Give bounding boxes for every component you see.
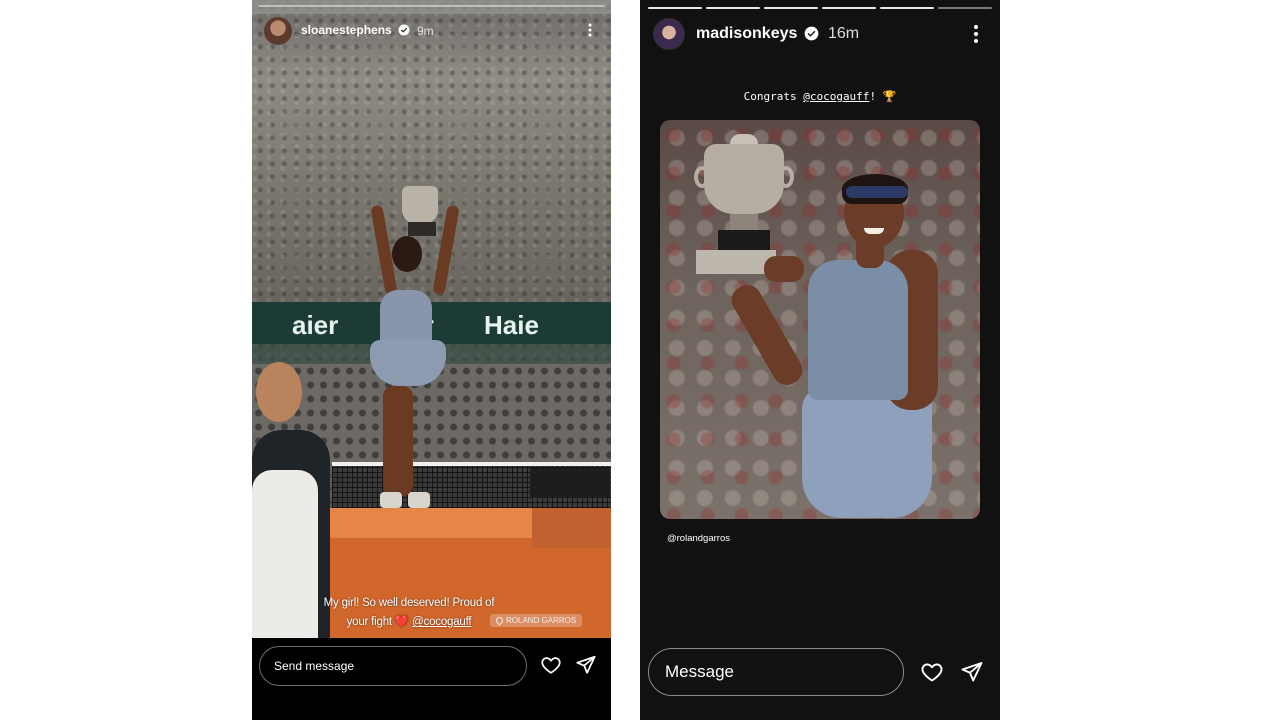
player-head: [392, 236, 422, 272]
caption-suffix: !: [869, 90, 883, 103]
reply-bar: Message: [640, 638, 1000, 720]
story-timestamp: 16m: [828, 25, 860, 42]
story-right-madisonkeys[interactable]: madisonkeys 16m Congrats @cocogauff! 🏆 @…: [640, 0, 1000, 720]
red-heart-emoji-icon: ❤️: [394, 616, 410, 628]
verified-badge-icon: [398, 24, 410, 36]
story-photo-trophy-portrait: [660, 120, 980, 519]
username[interactable]: sloanestephens: [301, 23, 392, 37]
send-message-input[interactable]: Send message: [259, 646, 527, 686]
player-smile: [864, 228, 884, 234]
trophy-base-dark: [718, 230, 770, 250]
story-caption: Congrats @cocogauff! 🏆: [640, 90, 1000, 103]
player-hand: [764, 256, 804, 282]
more-options-icon[interactable]: [586, 22, 594, 38]
verified-badge-icon: [804, 26, 819, 41]
stadium-roof: [252, 0, 611, 14]
spectator-shirt: [252, 470, 318, 638]
trophy: [704, 144, 784, 214]
story-left-sloanestephens[interactable]: aier ier Haie My girl! So well deserved!…: [252, 0, 611, 720]
progress-segment: [648, 7, 702, 9]
caption-line-1: My girl! So well deserved! Proud of: [323, 597, 495, 609]
player-top: [808, 260, 908, 400]
player-legs: [383, 386, 413, 496]
avatar[interactable]: [264, 17, 292, 45]
reply-bar: Send message: [252, 638, 611, 720]
player-skirt: [370, 340, 446, 386]
player-arm-left: [726, 279, 808, 391]
player-headband: [846, 186, 908, 198]
player-shoe-right: [408, 492, 430, 508]
username[interactable]: madisonkeys: [696, 25, 797, 43]
banner-text-3: Haie: [484, 310, 539, 340]
more-options-icon[interactable]: [971, 24, 981, 44]
story-timestamp: 9m: [417, 24, 434, 38]
caption-prefix: Congrats: [743, 90, 804, 103]
player-top: [380, 290, 432, 346]
story-progress-bar: [258, 5, 605, 7]
net-tape: [332, 462, 611, 466]
sponsor-board: [530, 468, 610, 498]
heart-icon[interactable]: [540, 654, 562, 676]
mention-cocogauff[interactable]: @cocogauff: [412, 616, 472, 628]
trophy-emoji-icon: 🏆: [882, 90, 897, 103]
trophy: [402, 186, 438, 224]
photo-credit[interactable]: @rolandgarros: [667, 533, 730, 544]
progress-segment: [822, 7, 876, 9]
caption-line-2-text: your fight: [346, 616, 393, 628]
banner-text-1: aier: [292, 310, 339, 340]
player-arm-right: [432, 204, 460, 296]
progress-segment: [764, 7, 818, 9]
caption-line-2: your fight ❤️ @cocogauff: [314, 613, 504, 632]
story-caption: My girl! So well deserved! Proud of your…: [314, 594, 504, 632]
spectator-head: [256, 362, 302, 422]
story-photo-trophy-celebration: aier ier Haie My girl! So well deserved!…: [252, 0, 611, 638]
trophy-base: [408, 222, 436, 236]
location-sticker-label: ROLAND GARROS: [506, 616, 577, 625]
avatar[interactable]: [653, 18, 685, 50]
mention-cocogauff[interactable]: @cocogauff: [803, 90, 869, 103]
progress-segment: [880, 7, 934, 9]
player-shoe-left: [380, 492, 402, 508]
clay-court: [532, 508, 611, 548]
send-icon[interactable]: [575, 654, 597, 676]
heart-icon[interactable]: [920, 660, 944, 684]
send-icon[interactable]: [960, 660, 984, 684]
message-input[interactable]: Message: [648, 648, 904, 696]
progress-segment: [706, 7, 760, 9]
location-pin-icon: [494, 615, 505, 626]
location-sticker[interactable]: ROLAND GARROS: [490, 614, 583, 627]
progress-segment-current: [938, 7, 992, 9]
